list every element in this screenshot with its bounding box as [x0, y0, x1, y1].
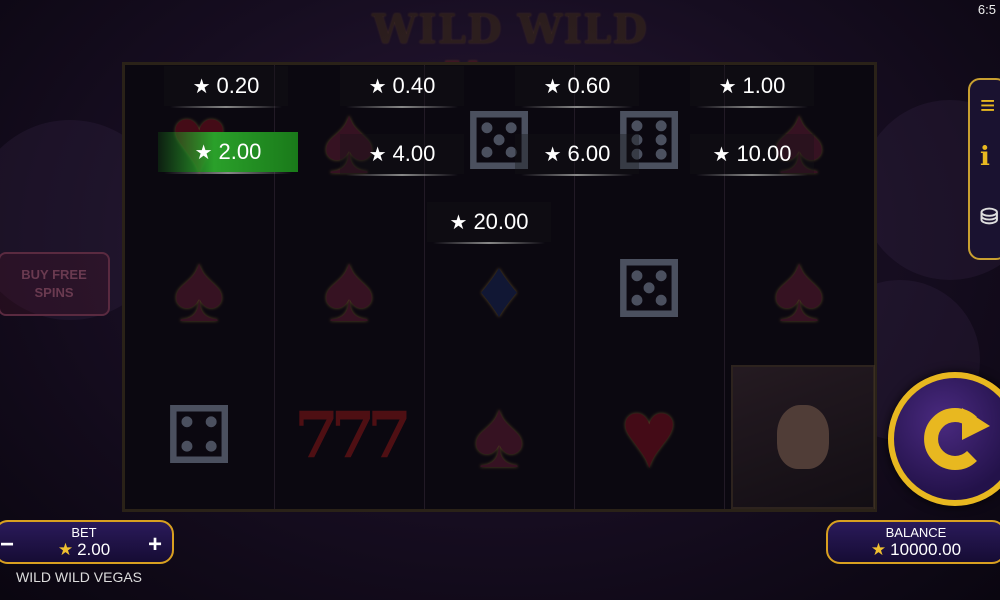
coins-icon[interactable]: ⛁ — [980, 204, 998, 230]
bet-option-value: 1.00 — [742, 73, 786, 98]
bet-option-value: 4.00 — [392, 141, 436, 166]
heart-symbol: ♥ — [620, 381, 678, 488]
menu-icon[interactable]: ≡ — [980, 90, 995, 121]
star-icon: ★ — [870, 540, 887, 559]
bet-decrease-button[interactable]: − — [0, 531, 14, 559]
bet-option-4-00[interactable]: ★ 4.00 — [340, 134, 464, 176]
bet-option-value: 20.00 — [473, 209, 529, 234]
bet-option-value: 0.60 — [567, 73, 611, 98]
spade-symbol: ♠ — [773, 235, 825, 342]
spin-arrow-icon — [924, 408, 990, 470]
star-icon: ★ — [543, 75, 562, 98]
bet-option-6-00[interactable]: ★ 6.00 — [515, 134, 639, 176]
star-icon: ★ — [543, 143, 562, 166]
star-icon: ★ — [368, 143, 387, 166]
dice-symbol: ⚄ — [614, 244, 684, 334]
star-icon: ★ — [194, 141, 213, 164]
bet-option-0-20[interactable]: ★ 0.20 — [164, 66, 288, 108]
spade-symbol: ♠ — [473, 381, 525, 488]
star-icon: ★ — [57, 540, 74, 559]
bet-option-value: 0.40 — [392, 73, 436, 98]
reel-grid: ♥ ♠ ⚃ ♠ ♠ 777 ⚄ ♦ ♠ ⚅ ⚄ ♥ ♠ ♠ — [122, 62, 877, 512]
game-title: WILD WILD VEGAS — [16, 569, 143, 585]
bet-option-1-00[interactable]: ★ 1.00 — [690, 66, 814, 108]
logo-wild-text: WILD WILD — [372, 6, 648, 53]
balance-label: BALANCE — [885, 525, 947, 540]
bet-option-value: 6.00 — [567, 141, 611, 166]
balance-display: BALANCE ★ 10000.00 — [826, 520, 1000, 564]
bet-amount: 2.00 — [77, 540, 111, 559]
spade-symbol: ♠ — [173, 235, 225, 342]
game-logo: WILD WILD Vegas — [310, 6, 710, 100]
bet-option-value: 0.20 — [216, 73, 260, 98]
bet-label: BET — [71, 525, 97, 540]
bet-increase-button[interactable]: + — [148, 531, 162, 559]
character-portrait-symbol — [731, 365, 875, 509]
seven-symbol: 777 — [294, 397, 412, 473]
bet-option-0-40[interactable]: ★ 0.40 — [340, 66, 464, 108]
bet-option-10-00[interactable]: ★ 10.00 — [690, 134, 814, 176]
info-icon[interactable]: i — [980, 142, 990, 172]
bet-option-value: 10.00 — [736, 141, 792, 166]
reel-4: ⚅ ⚄ ♥ — [575, 65, 725, 509]
bet-option-2-00[interactable]: ★ 2.00 — [158, 132, 298, 174]
star-icon: ★ — [368, 75, 387, 98]
bet-option-value: 2.00 — [218, 139, 262, 164]
star-icon: ★ — [192, 75, 211, 98]
buy-free-spins-button[interactable]: BUY FREE SPINS — [0, 252, 110, 316]
diamond-symbol: ♦ — [478, 244, 520, 333]
reel-3: ⚄ ♦ ♠ — [425, 65, 575, 509]
bet-value: ★ 2.00 — [0, 540, 172, 560]
star-icon: ★ — [712, 143, 731, 166]
status-time: 6:5 — [977, 2, 996, 17]
spade-symbol: ♠ — [323, 235, 375, 342]
bet-option-20-00[interactable]: ★ 20.00 — [427, 202, 551, 244]
star-icon: ★ — [718, 75, 737, 98]
bet-control: − BET ★ 2.00 + — [0, 520, 174, 564]
dice-symbol: ⚃ — [164, 390, 234, 480]
portrait-head — [777, 405, 829, 469]
balance-amount: 10000.00 — [890, 540, 962, 559]
balance-value: ★ 10000.00 — [828, 540, 1000, 560]
bet-option-0-60[interactable]: ★ 0.60 — [515, 66, 639, 108]
star-icon: ★ — [449, 211, 468, 234]
side-menu-panel: ≡ i ⛁ — [968, 78, 1000, 260]
